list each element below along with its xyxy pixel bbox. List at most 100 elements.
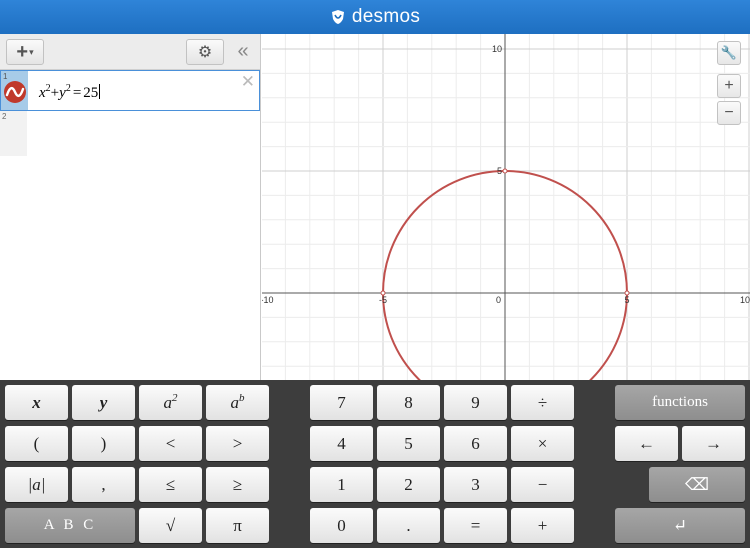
expression-panel: + ▾ ⚙ « 1 x2+y2 = 25 ✕ 2: [0, 34, 261, 380]
plus-icon: +: [16, 40, 29, 63]
key-cursor-left[interactable]: ←: [615, 426, 678, 461]
tick-label-x: 10: [740, 295, 750, 305]
expression-row[interactable]: 1 x2+y2 = 25 ✕: [0, 70, 260, 111]
row-number: 1: [3, 72, 8, 81]
key-6-label: 6: [471, 433, 480, 453]
key-3[interactable]: 3: [444, 467, 507, 502]
add-item-button[interactable]: + ▾: [6, 39, 44, 65]
key-right-paren[interactable]: ): [72, 426, 135, 461]
math-keypad: x y a2 ab 7 8 9 ÷ functions ( ) < > 4 5 …: [0, 380, 750, 548]
key-sqrt[interactable]: √: [139, 508, 202, 543]
key-functions[interactable]: functions: [615, 385, 745, 420]
gear-icon: ⚙: [197, 44, 213, 61]
key-8-label: 8: [404, 392, 413, 412]
key-7[interactable]: 7: [310, 385, 373, 420]
key-0-label: 0: [337, 515, 346, 535]
expr-var-x: x: [39, 85, 46, 101]
graph-style-icon[interactable]: [4, 81, 26, 103]
key-7-label: 7: [337, 392, 346, 412]
expression-row[interactable]: 2: [0, 111, 260, 156]
key-less-equal[interactable]: ≤: [139, 467, 202, 502]
zoom-in-button[interactable]: +: [717, 74, 741, 98]
row-gutter: 2: [0, 111, 27, 156]
expr-rhs: 25: [83, 85, 99, 101]
key-enter[interactable]: ↵: [615, 508, 745, 543]
key-multiply[interactable]: ×: [511, 426, 574, 461]
key-left-paren[interactable]: (: [5, 426, 68, 461]
key-greater-than-label: >: [232, 433, 243, 453]
key-power[interactable]: ab: [206, 385, 269, 420]
graph-settings-button[interactable]: 🔧: [717, 41, 741, 65]
zoom-out-button[interactable]: −: [717, 101, 741, 125]
brand: desmos: [330, 6, 420, 28]
tick-label-origin: 0: [496, 295, 501, 305]
key-y-label: y: [99, 392, 108, 412]
key-comma[interactable]: ,: [72, 467, 135, 502]
key-8[interactable]: 8: [377, 385, 440, 420]
caret-down-icon: ▾: [29, 46, 34, 57]
key-abc[interactable]: A B C: [5, 508, 135, 543]
key-greater-than[interactable]: >: [206, 426, 269, 461]
enter-icon: ↵: [672, 515, 688, 535]
key-left-paren-label: (: [33, 433, 40, 453]
zoom-in-icon: +: [724, 77, 734, 94]
key-plus[interactable]: +: [511, 508, 574, 543]
key-power-exp: b: [239, 391, 245, 404]
key-pi-label: π: [233, 515, 242, 535]
backspace-icon: ⌫: [684, 474, 710, 494]
key-6[interactable]: 6: [444, 426, 507, 461]
key-minus[interactable]: −: [511, 467, 574, 502]
key-equals-label: =: [470, 515, 481, 535]
brand-name: desmos: [351, 6, 421, 27]
key-divide[interactable]: ÷: [511, 385, 574, 420]
key-2-label: 2: [404, 474, 413, 494]
key-abs[interactable]: |a|: [5, 467, 68, 502]
tick-label-x: 5: [624, 295, 629, 305]
expression-input[interactable]: x2+y2 = 25: [39, 83, 101, 102]
key-power-base: a: [230, 392, 240, 412]
row-number: 2: [2, 112, 7, 121]
text-cursor: [99, 84, 101, 99]
key-cursor-right[interactable]: →: [682, 426, 745, 461]
settings-button[interactable]: ⚙: [186, 39, 224, 65]
key-greater-equal-label: ≥: [232, 474, 243, 494]
expr-equals: =: [72, 85, 82, 101]
data-point: [502, 168, 508, 174]
collapse-panel-button[interactable]: «: [232, 39, 254, 65]
arrow-right-icon: →: [705, 433, 722, 453]
key-0[interactable]: 0: [310, 508, 373, 543]
tick-label-y: 10: [492, 44, 502, 54]
key-square-exp: 2: [172, 391, 178, 404]
key-sqrt-label: √: [165, 515, 176, 535]
key-pi[interactable]: π: [206, 508, 269, 543]
delete-expression-icon[interactable]: ✕: [241, 72, 255, 92]
expression-toolbar: + ▾ ⚙ «: [0, 34, 260, 70]
key-decimal-label: .: [406, 515, 411, 535]
double-chevron-left-icon: «: [237, 40, 249, 62]
key-3-label: 3: [471, 474, 480, 494]
key-y[interactable]: y: [72, 385, 135, 420]
key-4-label: 4: [337, 433, 346, 453]
key-9[interactable]: 9: [444, 385, 507, 420]
desmos-shield-icon: [331, 10, 344, 24]
key-greater-equal[interactable]: ≥: [206, 467, 269, 502]
key-1[interactable]: 1: [310, 467, 373, 502]
key-less-than[interactable]: <: [139, 426, 202, 461]
key-5[interactable]: 5: [377, 426, 440, 461]
key-backspace[interactable]: ⌫: [649, 467, 745, 502]
graph-canvas[interactable]: -10 -5 0 5 10 10 5: [262, 34, 750, 380]
key-2[interactable]: 2: [377, 467, 440, 502]
key-square[interactable]: a2: [139, 385, 202, 420]
graph-paper[interactable]: -10 -5 0 5 10 10 5 🔧 + −: [262, 34, 750, 380]
key-x[interactable]: x: [5, 385, 68, 420]
key-less-equal-label: ≤: [165, 474, 176, 494]
key-5-label: 5: [404, 433, 413, 453]
key-right-paren-label: ): [100, 433, 107, 453]
key-4[interactable]: 4: [310, 426, 373, 461]
tick-label-x: -5: [379, 295, 387, 305]
key-x-label: x: [32, 392, 41, 412]
key-functions-label: functions: [652, 394, 708, 410]
key-decimal[interactable]: .: [377, 508, 440, 543]
tick-label-x: -10: [262, 295, 274, 305]
key-equals[interactable]: =: [444, 508, 507, 543]
